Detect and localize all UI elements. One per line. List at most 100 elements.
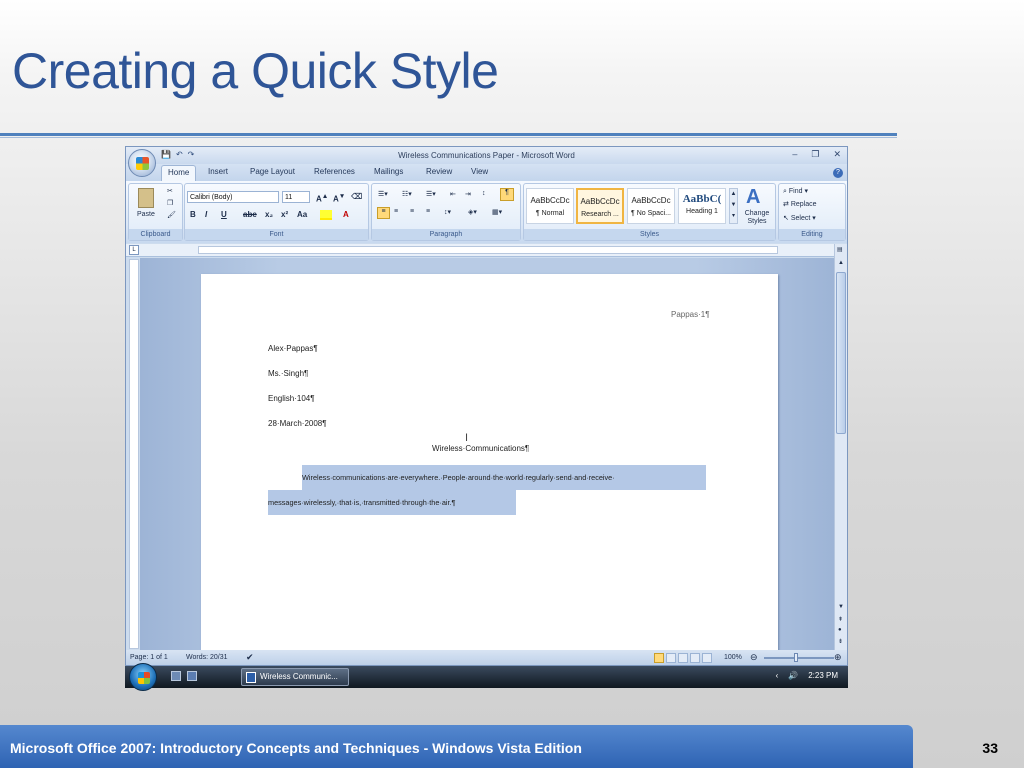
strikethrough-button[interactable]: abe — [243, 209, 257, 221]
print-layout-icon[interactable] — [654, 653, 664, 663]
styles-scroll-icon[interactable]: ▲ ▼ ▾ — [729, 188, 738, 224]
shading-icon[interactable]: ◈▾ — [468, 208, 477, 216]
tray-expand-icon[interactable]: ‹ — [776, 671, 779, 680]
doc-body-line-1: Wireless·communications·are·everywhere.·… — [302, 465, 706, 490]
zoom-slider[interactable] — [764, 657, 834, 659]
paste-icon[interactable] — [138, 188, 154, 208]
align-left-icon[interactable]: ≡ — [377, 207, 390, 219]
paste-button[interactable]: Paste — [137, 211, 155, 218]
vertical-ruler[interactable] — [129, 259, 139, 649]
tab-review[interactable]: Review — [426, 167, 452, 176]
taskbar-item-word[interactable]: Wireless Communic... — [241, 668, 349, 686]
bold-button[interactable]: B — [190, 209, 196, 221]
next-page-icon[interactable]: ⇟ — [838, 638, 843, 645]
minimize-icon[interactable]: – — [792, 149, 797, 160]
zoom-out-icon[interactable]: ⊖ — [750, 652, 758, 663]
select-icon: ↖ — [783, 215, 789, 222]
previous-page-icon[interactable]: ⇞ — [838, 616, 843, 623]
doc-line-author: Alex·Pappas¶ — [268, 344, 318, 353]
show-desktop-icon[interactable] — [171, 671, 181, 681]
style-normal[interactable]: AaBbCcDc ¶ Normal — [526, 188, 574, 224]
copy-icon[interactable]: ❐ — [167, 199, 173, 207]
zoom-level[interactable]: 100% — [724, 654, 742, 661]
web-layout-icon[interactable] — [678, 653, 688, 663]
office-button[interactable] — [128, 149, 156, 177]
align-right-icon[interactable]: ≡ — [410, 208, 414, 215]
document-area: Pappas·1¶ Alex·Pappas¶ Ms.·Singh¶ Englis… — [140, 258, 835, 654]
format-painter-icon[interactable]: 🖌 — [167, 211, 176, 219]
clipboard-label: Clipboard — [129, 229, 182, 240]
scroll-up-icon[interactable]: ▲ — [838, 260, 844, 266]
borders-icon[interactable]: ▦▾ — [492, 208, 502, 216]
style-no-spacing[interactable]: AaBbCcDc ¶ No Spaci... — [627, 188, 675, 224]
font-color-icon[interactable]: A — [343, 209, 349, 221]
proofing-icon[interactable]: ✔ — [246, 652, 254, 663]
binoculars-icon: ⌕ — [783, 188, 787, 195]
line-spacing-icon[interactable]: ↕▾ — [444, 208, 451, 216]
document-page[interactable]: Pappas·1¶ Alex·Pappas¶ Ms.·Singh¶ Englis… — [201, 274, 778, 654]
tab-insert[interactable]: Insert — [208, 167, 228, 176]
title-rule-thin — [0, 137, 897, 138]
ruler-scale — [198, 246, 778, 254]
numbering-icon[interactable]: ☷▾ — [402, 190, 412, 198]
draft-icon[interactable] — [702, 653, 712, 663]
select-browse-object-icon[interactable]: ● — [838, 627, 842, 633]
editing-group: ⌕ Find ▾ ⇄ Replace ↖ Select ▾ Editing — [778, 183, 846, 241]
grow-font-icon[interactable]: A▲ — [316, 191, 328, 204]
tab-references[interactable]: References — [314, 167, 355, 176]
zoom-slider-thumb[interactable] — [794, 653, 798, 662]
show-formatting-icon[interactable]: ¶ — [500, 188, 514, 201]
underline-button[interactable]: U — [221, 209, 227, 221]
horizontal-ruler[interactable]: L — [126, 244, 847, 257]
style-name: Research ... — [581, 211, 619, 218]
bullets-icon[interactable]: ☰▾ — [378, 190, 388, 198]
scroll-down-icon[interactable]: ▼ — [838, 604, 844, 610]
decrease-indent-icon[interactable]: ⇤ — [450, 190, 456, 198]
zoom-in-icon[interactable]: ⊕ — [834, 652, 842, 663]
slide-footer: Microsoft Office 2007: Introductory Conc… — [0, 725, 913, 768]
font-name-box[interactable]: Calibri (Body) — [187, 191, 279, 203]
change-case-button[interactable]: Aa — [297, 209, 307, 221]
outline-icon[interactable] — [690, 653, 700, 663]
full-screen-reading-icon[interactable] — [666, 653, 676, 663]
clear-formatting-icon[interactable]: ⌫ — [351, 191, 362, 203]
word-count[interactable]: Words: 20/31 — [186, 654, 228, 661]
multilevel-list-icon[interactable]: ☰▾ — [426, 190, 436, 198]
scroll-thumb[interactable] — [836, 272, 846, 434]
select-button[interactable]: ↖ Select ▾ — [783, 214, 816, 222]
change-styles-icon[interactable]: A — [746, 186, 760, 209]
tab-home[interactable]: Home — [161, 165, 197, 181]
cut-icon[interactable]: ✂ — [167, 187, 173, 195]
ribbon-tabs: Home Insert Page Layout References Maili… — [126, 164, 847, 181]
tab-view[interactable]: View — [471, 167, 488, 176]
page-count[interactable]: Page: 1 of 1 — [130, 654, 168, 661]
style-heading-1[interactable]: AaBbC( Heading 1 — [678, 188, 726, 224]
view-ruler-icon[interactable]: ▤ — [837, 246, 843, 253]
start-button[interactable] — [129, 663, 157, 691]
subscript-button[interactable]: x₂ — [265, 209, 273, 221]
tab-mailings[interactable]: Mailings — [374, 167, 403, 176]
clock[interactable]: 2:23 PM — [808, 671, 838, 680]
italic-button[interactable]: I — [205, 209, 207, 221]
align-center-icon[interactable]: ≡ — [394, 208, 398, 215]
switch-windows-icon[interactable] — [187, 671, 197, 681]
volume-icon[interactable]: 🔊 — [788, 671, 798, 680]
tab-page-layout[interactable]: Page Layout — [250, 167, 295, 176]
change-styles-button[interactable]: Change Styles — [740, 210, 774, 226]
highlight-icon[interactable] — [320, 210, 332, 220]
restore-icon[interactable]: ❐ — [811, 149, 819, 160]
sort-icon[interactable]: ↕ — [482, 190, 486, 197]
find-button[interactable]: ⌕ Find ▾ — [783, 187, 808, 196]
increase-indent-icon[interactable]: ⇥ — [465, 190, 471, 198]
shrink-font-icon[interactable]: A▼ — [333, 191, 345, 204]
tab-selector-icon[interactable]: L — [129, 245, 139, 255]
doc-body-line-2: messages·wirelessly,·that·is,·transmitte… — [268, 490, 516, 515]
close-icon[interactable]: ✕ — [833, 149, 841, 160]
help-icon[interactable]: ? — [833, 168, 843, 178]
superscript-button[interactable]: x² — [281, 209, 288, 221]
replace-button[interactable]: ⇄ Replace — [783, 200, 817, 208]
vertical-scrollbar[interactable]: ▤ ▲ ▼ ⇞ ● ⇟ — [834, 244, 847, 650]
justify-icon[interactable]: ≡ — [426, 208, 430, 215]
font-size-box[interactable]: 11 — [282, 191, 310, 203]
style-research[interactable]: AaBbCcDc Research ... — [576, 188, 624, 224]
